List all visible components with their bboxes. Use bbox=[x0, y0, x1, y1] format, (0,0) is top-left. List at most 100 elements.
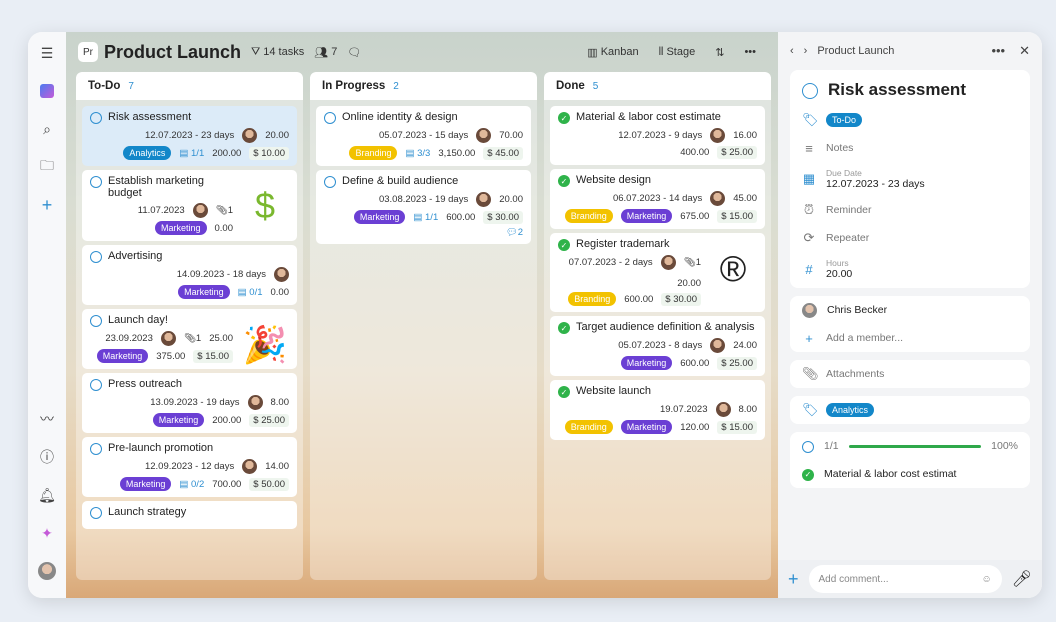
tag-badge[interactable]: Marketing bbox=[353, 210, 406, 224]
task-card[interactable]: Advertising 14.09.2023 - 18 days Marketing… bbox=[82, 245, 297, 305]
filter-button[interactable]: ⛛ 14 tasks bbox=[251, 46, 304, 59]
notes-field[interactable]: Notes bbox=[826, 142, 853, 154]
task-card[interactable]: ✓ Website launch 19.07.2023 8.00 Branding Mar… bbox=[550, 380, 765, 440]
task-card[interactable]: Pre-launch promotion 12.09.2023 - 12 days… bbox=[82, 437, 297, 497]
member-name[interactable]: Chris Becker bbox=[827, 304, 887, 316]
complete-toggle[interactable] bbox=[90, 379, 102, 391]
attachments-button[interactable]: Attachments bbox=[826, 368, 884, 380]
tag-badge[interactable]: Marketing bbox=[152, 413, 205, 427]
complete-toggle[interactable] bbox=[90, 176, 102, 188]
back-button[interactable]: ‹ bbox=[790, 45, 794, 57]
tag-badge[interactable]: Branding bbox=[349, 146, 398, 160]
assignee-avatar bbox=[192, 203, 208, 218]
mic-icon[interactable]: 🎤︎ bbox=[1012, 569, 1032, 589]
due-date: 19.07.2023 bbox=[659, 404, 708, 415]
folder-icon[interactable]: 🗀 bbox=[36, 156, 58, 178]
task-card[interactable]: ✓ Website design 06.07.2023 - 14 days 45.00… bbox=[550, 169, 765, 229]
complete-toggle[interactable] bbox=[324, 176, 336, 188]
tag-badge[interactable]: Analytics bbox=[123, 146, 172, 160]
task-card[interactable]: ✓ Target audience definition & analysis 05… bbox=[550, 316, 765, 376]
assignee-avatar bbox=[274, 267, 289, 282]
reminder-field[interactable]: Reminder bbox=[826, 204, 872, 216]
task-details: Risk assessment 🏷︎ To-Do ≡ Notes ▦ Due Date… bbox=[790, 70, 1030, 288]
chat-button[interactable]: 🗨︎ bbox=[347, 46, 361, 59]
task-card[interactable]: Risk assessment 12.07.2023 - 23 days 20.00… bbox=[82, 106, 297, 166]
user-avatar[interactable] bbox=[36, 560, 58, 582]
complete-toggle[interactable] bbox=[90, 251, 102, 263]
card-image: 🎉 bbox=[242, 324, 288, 365]
notes-icon: ≡ bbox=[805, 140, 813, 156]
check-icon[interactable]: ✓ bbox=[558, 386, 570, 398]
view-kanban-button[interactable]: ▥ Kanban bbox=[587, 46, 638, 59]
task-card[interactable]: ✓ Register trademark 07.07.2023 - 2 days 📎︎… bbox=[550, 233, 765, 312]
due-date: 23.09.2023 bbox=[105, 333, 153, 344]
complete-toggle[interactable] bbox=[90, 315, 102, 327]
price: $ 30.00 bbox=[661, 292, 701, 306]
task-card[interactable]: Launch day! 23.09.2023 📎︎1 25.00 Marketing 37… bbox=[82, 309, 297, 369]
tag-badge[interactable]: Marketing bbox=[119, 477, 172, 491]
add-icon[interactable]: + bbox=[788, 569, 799, 590]
bell-icon[interactable]: 🔔︎ bbox=[36, 484, 58, 506]
task-card[interactable]: Define & build audience 03.08.2023 - 19 d… bbox=[316, 170, 531, 244]
group-stage-button[interactable]: ⦀ Stage bbox=[659, 46, 696, 59]
menu-icon[interactable]: ☰ bbox=[36, 42, 58, 64]
search-icon[interactable]: ⌕ bbox=[36, 118, 58, 140]
tag-badge[interactable]: Marketing bbox=[620, 420, 673, 434]
complete-toggle[interactable] bbox=[90, 112, 102, 124]
close-button[interactable]: ✕ bbox=[1019, 43, 1030, 59]
progress-bar bbox=[848, 444, 982, 448]
check-icon[interactable]: ✓ bbox=[802, 468, 814, 481]
price: $ 25.00 bbox=[717, 146, 757, 159]
tag-badge[interactable]: Marketing bbox=[178, 285, 230, 299]
task-title[interactable]: Risk assessment bbox=[828, 80, 966, 100]
due-date-field[interactable]: 12.07.2023 - 23 days bbox=[826, 178, 925, 190]
add-icon[interactable]: + bbox=[36, 194, 58, 216]
members-button[interactable]: 👥︎ 7 bbox=[314, 46, 337, 59]
tag-badge[interactable]: Branding bbox=[568, 292, 617, 306]
tag-badge[interactable]: Marketing bbox=[154, 221, 207, 235]
columns-icon: ⦀ bbox=[658, 45, 664, 58]
check-icon[interactable]: ✓ bbox=[558, 239, 570, 251]
stage-badge[interactable]: To-Do bbox=[826, 113, 863, 127]
task-card[interactable]: ✓ Material & labor cost estimate 12.07.202… bbox=[550, 106, 765, 165]
more-button[interactable]: ••• bbox=[744, 46, 756, 58]
tag-badge[interactable]: Marketing bbox=[96, 349, 149, 363]
assignee-avatar bbox=[247, 395, 263, 410]
task-title: Register trademark bbox=[576, 238, 670, 250]
tag-badge[interactable]: Marketing bbox=[620, 356, 673, 370]
more-button[interactable]: ••• bbox=[991, 43, 1005, 59]
add-member-input[interactable]: Add a member... bbox=[826, 332, 903, 344]
comment-input[interactable]: Add comment... ☺ bbox=[808, 565, 1002, 593]
complete-toggle[interactable] bbox=[90, 443, 102, 455]
check-icon[interactable]: ✓ bbox=[558, 175, 570, 187]
emoji-icon[interactable]: ☺ bbox=[981, 574, 991, 585]
tag-badge[interactable]: Branding bbox=[564, 209, 613, 223]
info-icon[interactable]: ⓘ bbox=[36, 446, 58, 468]
forward-button[interactable]: › bbox=[804, 45, 808, 57]
subtask-count: ▤ 0/2 bbox=[179, 478, 205, 490]
task-card[interactable]: Establish marketing budget 11.07.2023 📎︎1 M… bbox=[82, 170, 297, 241]
task-title: Material & labor cost estimate bbox=[576, 111, 721, 123]
check-icon[interactable]: ✓ bbox=[558, 322, 570, 334]
comment-count[interactable]: 💬︎2 bbox=[506, 227, 523, 238]
check-icon[interactable]: ✓ bbox=[558, 112, 570, 124]
tag-badge[interactable]: Branding bbox=[564, 420, 613, 434]
tag-badge[interactable]: Marketing bbox=[620, 209, 673, 223]
task-card[interactable]: Launch strategy bbox=[82, 501, 297, 529]
activity-icon[interactable]: 〰 bbox=[36, 408, 58, 430]
tag-badge[interactable]: Analytics bbox=[826, 403, 875, 417]
sparkle-icon[interactable]: ✦ bbox=[36, 522, 58, 544]
task-card[interactable]: Online identity & design 05.07.2023 - 15 … bbox=[316, 106, 531, 166]
repeater-field[interactable]: Repeater bbox=[826, 232, 869, 244]
sort-button[interactable]: ⇅ bbox=[715, 46, 724, 59]
column-header: In Progress 2 bbox=[310, 72, 537, 100]
complete-toggle[interactable] bbox=[90, 507, 102, 519]
task-card[interactable]: Press outreach 13.09.2023 - 19 days 8.00 Ma… bbox=[82, 373, 297, 433]
subtask-title[interactable]: Material & labor cost estimat bbox=[824, 468, 956, 480]
app-icon[interactable] bbox=[36, 80, 58, 102]
assignee-avatar bbox=[710, 191, 726, 206]
count-badge: 2 bbox=[393, 80, 399, 92]
hours-field[interactable]: 20.00 bbox=[826, 268, 852, 280]
complete-toggle[interactable] bbox=[324, 112, 336, 124]
complete-toggle[interactable] bbox=[802, 82, 818, 99]
